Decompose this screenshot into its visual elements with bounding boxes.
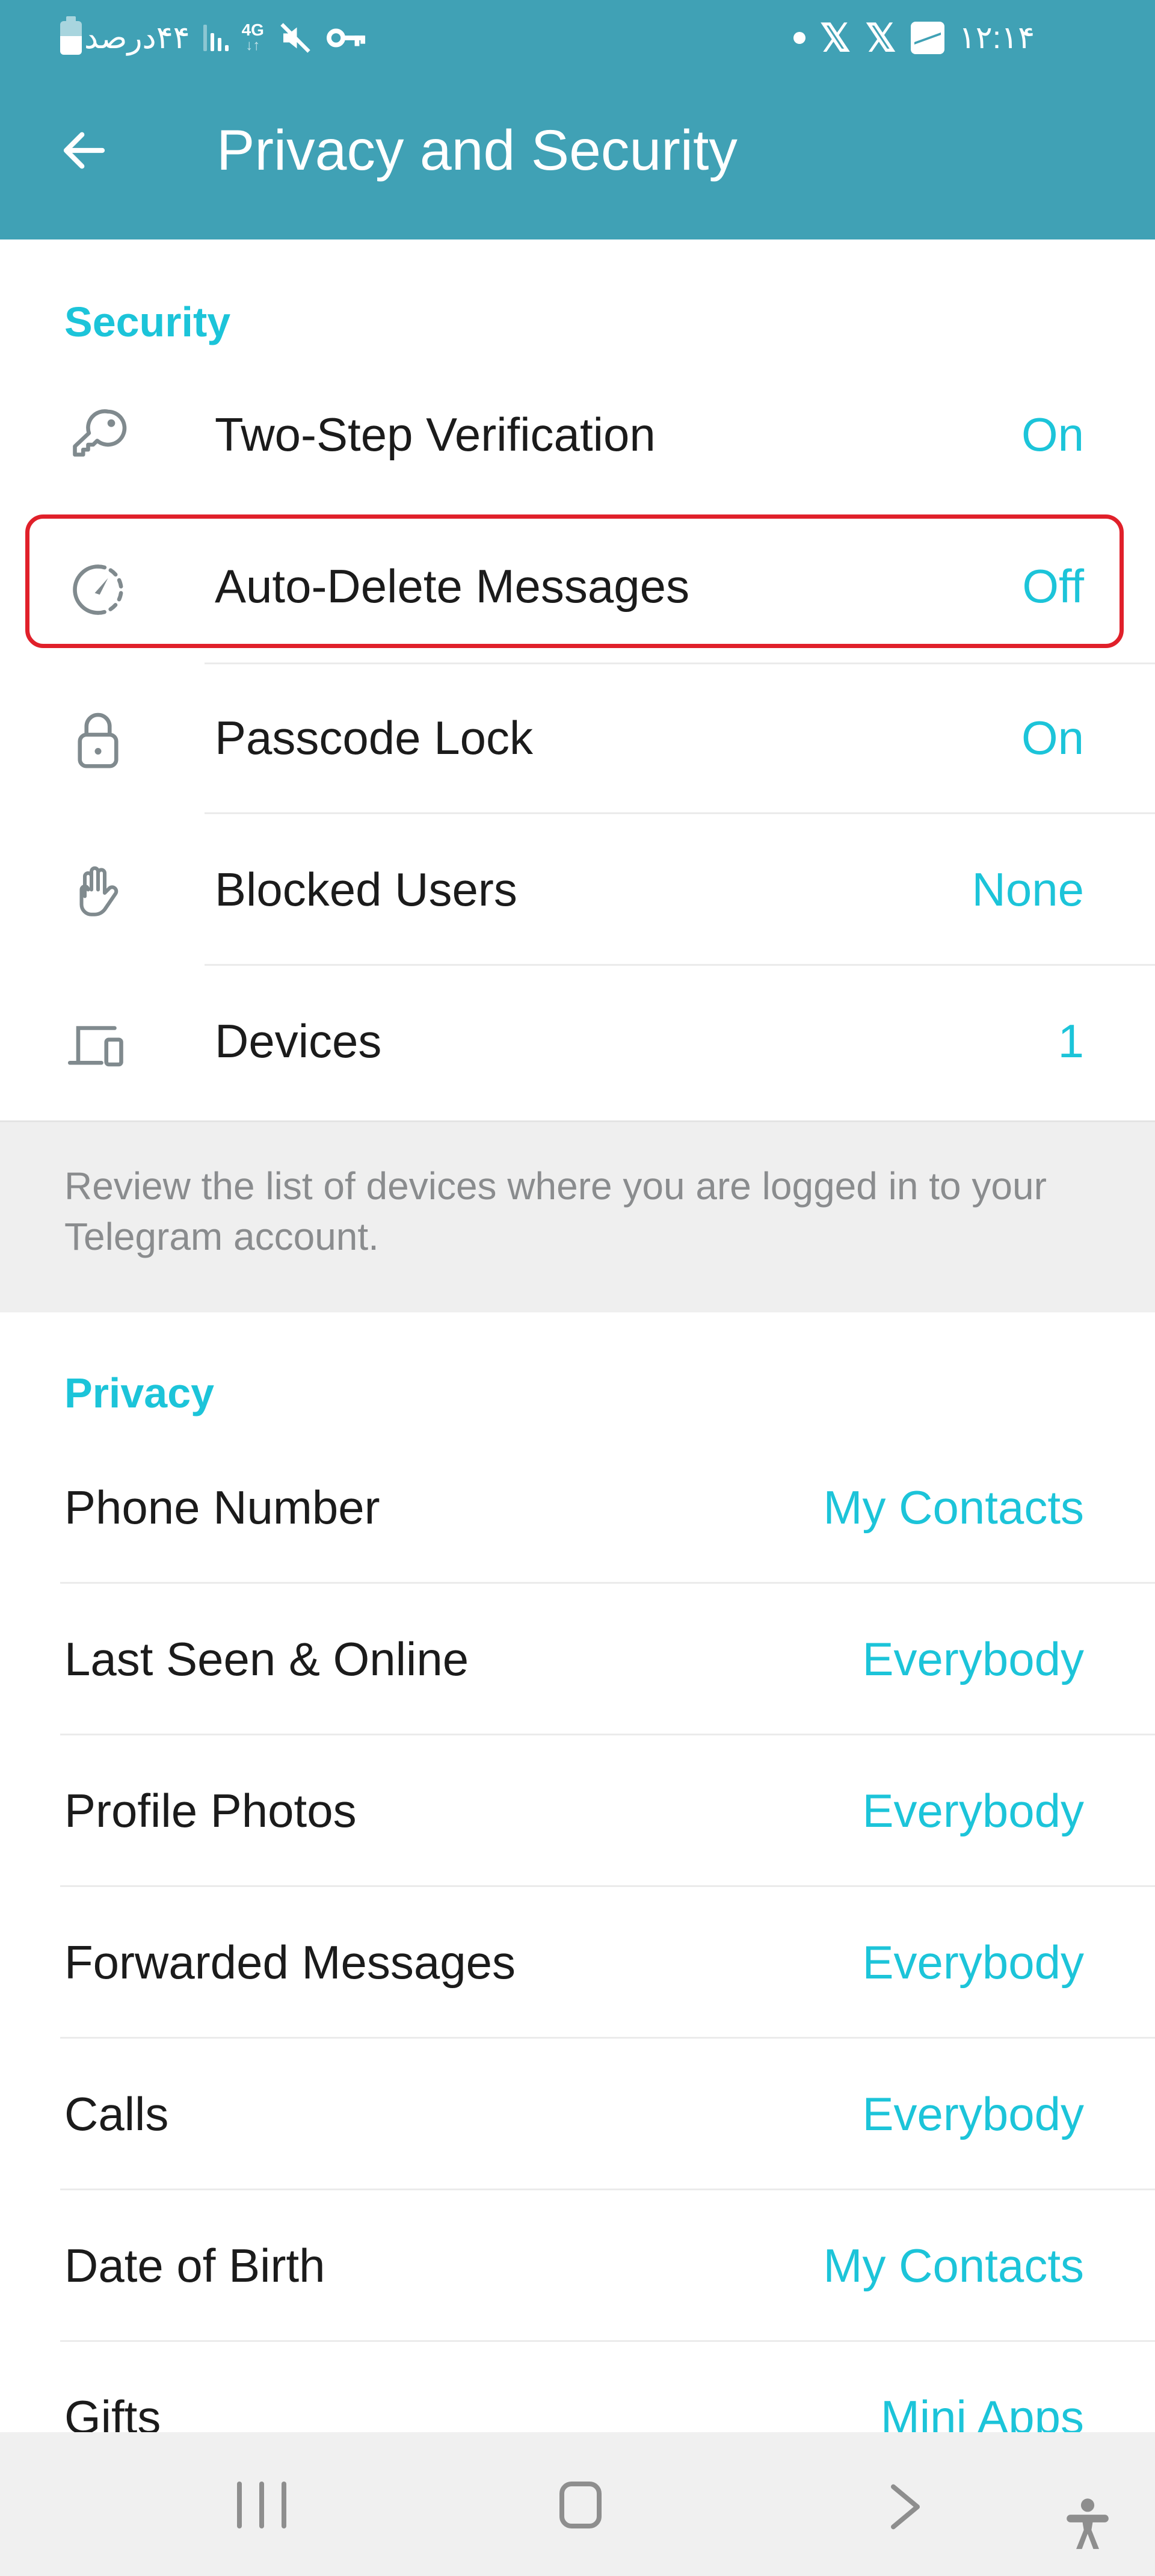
battery-icon [60,16,82,55]
status-bar: ۴۴درصد 4G ↓↑ 𝕏 𝕏 ۱۲:۱۴ [0,0,1155,78]
system-nav-bar [0,2432,1155,2576]
accessibility-icon[interactable] [1065,2497,1110,2551]
bar [282,2482,286,2528]
item-value: On [1021,711,1084,764]
timer-icon [73,564,123,615]
item-value: My Contacts [823,2239,1084,2292]
section-header-security: Security [64,298,231,345]
mute-icon [280,23,310,53]
privacy-item-phone-number[interactable]: Phone Number My Contacts [0,1432,1155,1584]
gallery-icon [910,22,944,54]
data-arrows-icon: ↓↑ [245,37,260,54]
security-item-two-step[interactable]: Two-Step Verification On [0,359,1155,511]
item-value: Off [1022,560,1084,613]
item-value: Everybody [862,2087,1084,2140]
item-label: Auto-Delete Messages [215,560,690,613]
item-label: Calls [64,2087,169,2140]
security-item-devices[interactable]: Devices 1 [0,966,1155,1117]
item-label: Blocked Users [215,863,517,916]
arrow-left-icon[interactable] [57,123,111,178]
devices-info: Review the list of devices where you are… [0,1120,1155,1312]
security-item-blocked[interactable]: Blocked Users None [0,814,1155,966]
item-label: Passcode Lock [215,711,533,764]
item-label: Devices [215,1015,382,1067]
battery-text: ۴۴درصد [84,20,190,55]
item-value: On [1021,408,1084,461]
vpn-key-icon [326,28,365,48]
bar [259,2482,264,2528]
divider [205,663,1155,664]
privacy-item-date-of-birth[interactable]: Date of Birth My Contacts [0,2190,1155,2342]
status-left: ۴۴درصد 4G ↓↑ [60,16,366,59]
item-value: None [972,863,1084,916]
security-item-auto-delete[interactable]: Auto-Delete Messages Off [0,511,1155,663]
hand-icon [79,866,119,916]
network-4g-icon: 4G ↓↑ [242,22,264,54]
x-app-icon: 𝕏 [819,16,851,60]
section-header-privacy: Privacy [64,1370,215,1416]
privacy-item-last-seen[interactable]: Last Seen & Online Everybody [0,1584,1155,1735]
security-item-passcode[interactable]: Passcode Lock On [0,663,1155,814]
bar [237,2482,242,2528]
item-value: Everybody [862,1936,1084,1989]
item-label: Forwarded Messages [64,1936,516,1989]
privacy-item-profile-photos[interactable]: Profile Photos Everybody [0,1735,1155,1887]
recent-apps-button[interactable] [237,2482,286,2530]
chevron-right-icon[interactable] [884,2483,926,2531]
key-icon [73,409,127,457]
lock-icon [78,712,119,768]
privacy-item-forwarded[interactable]: Forwarded Messages Everybody [0,1887,1155,2039]
page-title: Privacy and Security [217,119,738,182]
x-app-icon: 𝕏 [865,16,896,60]
item-label: Profile Photos [64,1784,357,1837]
item-value: Everybody [862,1632,1084,1685]
privacy-item-calls[interactable]: Calls Everybody [0,2039,1155,2190]
item-label: Date of Birth [64,2239,325,2292]
item-value: My Contacts [823,1481,1084,1534]
signal-icon [203,25,229,51]
item-label: Last Seen & Online [64,1632,469,1685]
status-right: 𝕏 𝕏 ۱۲:۱۴ [793,17,1035,59]
item-label: Two-Step Verification [215,408,656,461]
item-value: 1 [1058,1015,1084,1067]
clock: ۱۲:۱۴ [958,20,1035,55]
item-label: Phone Number [64,1481,380,1534]
network-label: 4G [241,20,264,39]
notification-dot-icon [793,32,805,44]
battery-indicator: ۴۴درصد [60,16,190,56]
info-text: Review the list of devices where you are… [64,1164,1047,1258]
item-value: Everybody [862,1784,1084,1837]
devices-icon [67,1026,123,1067]
home-button[interactable] [559,2482,602,2528]
